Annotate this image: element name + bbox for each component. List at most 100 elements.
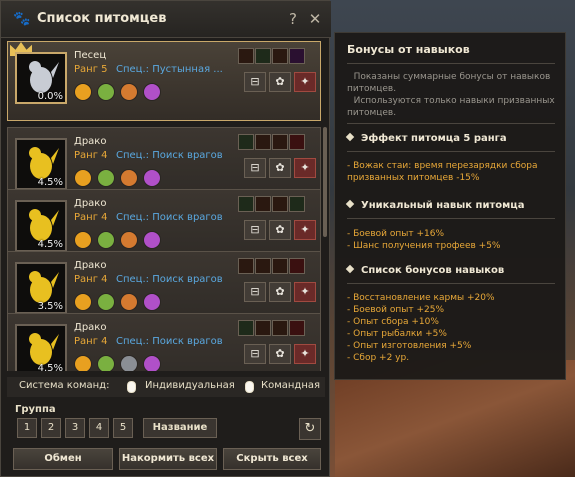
bonus-line: - Опыт рыбалки +5% xyxy=(347,329,447,339)
feed-all-button[interactable]: Накормить всех xyxy=(119,448,217,470)
pet-spec: Спец.: Поиск врагов xyxy=(116,212,223,223)
tooltip-section-heading: Уникальный навык питомца xyxy=(345,199,524,211)
skill-icon[interactable] xyxy=(74,169,92,187)
feed-bowl-icon[interactable]: ⊟ xyxy=(244,344,266,364)
skill-icon[interactable] xyxy=(120,169,138,187)
group-slot-1-button[interactable]: 1 xyxy=(17,418,37,438)
trait-icon[interactable] xyxy=(255,134,271,150)
feed-bowl-icon[interactable]: ⊟ xyxy=(244,282,266,302)
trait-icon[interactable] xyxy=(238,196,254,212)
skill-icon[interactable] xyxy=(120,355,138,371)
skill-icon[interactable] xyxy=(74,355,92,371)
bonus-line: - Вожак стаи: время перезарядки сбора пр… xyxy=(347,161,538,183)
skill-icon[interactable] xyxy=(74,293,92,311)
skill-icon[interactable] xyxy=(143,231,161,249)
pet-percent: 4.5% xyxy=(37,177,63,188)
pet-card[interactable]: 4.5% Драко Ранг 4 Спец.: Поиск врагов ⊟ ✿ ✦ xyxy=(7,313,321,371)
release-icon[interactable]: ✦ xyxy=(294,220,316,240)
skill-icon[interactable] xyxy=(97,355,115,371)
pet-rank: Ранг 5 xyxy=(74,64,108,75)
group-slot-5-button[interactable]: 5 xyxy=(113,418,133,438)
pet-percent: 3.5% xyxy=(37,301,63,312)
skill-icon[interactable] xyxy=(143,355,161,371)
pet-actions: ⊟ ✿ ✦ xyxy=(244,72,319,92)
skill-icon[interactable] xyxy=(143,83,161,101)
pet-rank: Ранг 4 xyxy=(74,274,108,285)
pet-percent: 4.5% xyxy=(37,363,63,371)
paw-summon-icon[interactable]: ✿ xyxy=(269,282,291,302)
group-name-button[interactable]: Название xyxy=(143,418,217,438)
pet-name: Драко xyxy=(74,136,107,147)
trait-icon[interactable] xyxy=(289,320,305,336)
trait-icon[interactable] xyxy=(289,196,305,212)
trait-icon[interactable] xyxy=(238,320,254,336)
skill-icon[interactable] xyxy=(143,293,161,311)
help-button[interactable]: ? xyxy=(285,10,301,28)
trait-icon[interactable] xyxy=(238,134,254,150)
trait-icon[interactable] xyxy=(255,320,271,336)
skill-icon[interactable] xyxy=(97,231,115,249)
trait-icon[interactable] xyxy=(289,48,305,64)
trait-icon[interactable] xyxy=(255,258,271,274)
paw-summon-icon[interactable]: ✿ xyxy=(269,72,291,92)
title-bar[interactable]: 🐾 Список питомцев ? ✕ xyxy=(1,1,331,38)
pet-traits xyxy=(238,196,306,215)
trait-icon[interactable] xyxy=(272,48,288,64)
skill-icon[interactable] xyxy=(97,83,115,101)
feed-bowl-icon[interactable]: ⊟ xyxy=(244,220,266,240)
command-team-option[interactable]: Командная xyxy=(261,380,320,391)
pet-skills xyxy=(74,293,166,314)
skill-icon[interactable] xyxy=(74,83,92,101)
trait-icon[interactable] xyxy=(255,48,271,64)
bonus-line: - Восстановление кармы +20% xyxy=(347,293,495,303)
pet-name: Драко xyxy=(74,260,107,271)
refresh-icon[interactable]: ↻ xyxy=(299,418,321,440)
pet-percent: 0.0% xyxy=(37,91,63,102)
window-title: Список питомцев xyxy=(37,11,167,26)
diamond-icon xyxy=(345,132,355,142)
release-icon[interactable]: ✦ xyxy=(294,344,316,364)
trait-icon[interactable] xyxy=(272,134,288,150)
feed-bowl-icon[interactable]: ⊟ xyxy=(244,72,266,92)
trait-icon[interactable] xyxy=(272,196,288,212)
release-icon[interactable]: ✦ xyxy=(294,158,316,178)
feed-bowl-icon[interactable]: ⊟ xyxy=(244,158,266,178)
pet-traits xyxy=(238,134,306,153)
divider xyxy=(347,283,555,284)
release-icon[interactable]: ✦ xyxy=(294,282,316,302)
trait-icon[interactable] xyxy=(289,134,305,150)
group-slot-4-button[interactable]: 4 xyxy=(89,418,109,438)
skill-icon[interactable] xyxy=(97,169,115,187)
pet-list-scrollbar[interactable] xyxy=(323,127,327,237)
swap-button[interactable]: Обмен xyxy=(13,448,113,470)
paw-summon-icon[interactable]: ✿ xyxy=(269,220,291,240)
trait-icon[interactable] xyxy=(289,258,305,274)
bonus-line: - Сбор +2 ур. xyxy=(347,353,410,363)
group-slot-2-button[interactable]: 2 xyxy=(41,418,61,438)
pet-spec: Спец.: Пустынная ... xyxy=(116,64,223,75)
skill-icon[interactable] xyxy=(120,83,138,101)
paw-summon-icon[interactable]: ✿ xyxy=(269,158,291,178)
skill-icon[interactable] xyxy=(74,231,92,249)
pet-spec: Спец.: Поиск врагов xyxy=(116,336,223,347)
trait-icon[interactable] xyxy=(238,48,254,64)
pet-rank: Ранг 4 xyxy=(74,212,108,223)
skill-icon[interactable] xyxy=(143,169,161,187)
hide-all-button[interactable]: Скрыть всех xyxy=(223,448,321,470)
divider xyxy=(347,123,555,124)
trait-icon[interactable] xyxy=(255,196,271,212)
trait-icon[interactable] xyxy=(272,320,288,336)
skill-icon[interactable] xyxy=(120,231,138,249)
skill-icon[interactable] xyxy=(97,293,115,311)
tooltip-section-heading: Эффект питомца 5 ранга xyxy=(345,132,507,144)
command-individual-option[interactable]: Индивидуальная xyxy=(145,380,235,391)
group-slot-3-button[interactable]: 3 xyxy=(65,418,85,438)
close-button[interactable]: ✕ xyxy=(307,10,323,28)
skill-icon[interactable] xyxy=(120,293,138,311)
command-system-label: Система команд: xyxy=(19,380,110,391)
release-icon[interactable]: ✦ xyxy=(294,72,316,92)
pet-card[interactable]: 0.0% Песец Ранг 5 Спец.: Пустынная ... ⊟ ✿ ✦ xyxy=(7,41,321,121)
paw-summon-icon[interactable]: ✿ xyxy=(269,344,291,364)
trait-icon[interactable] xyxy=(272,258,288,274)
trait-icon[interactable] xyxy=(238,258,254,274)
